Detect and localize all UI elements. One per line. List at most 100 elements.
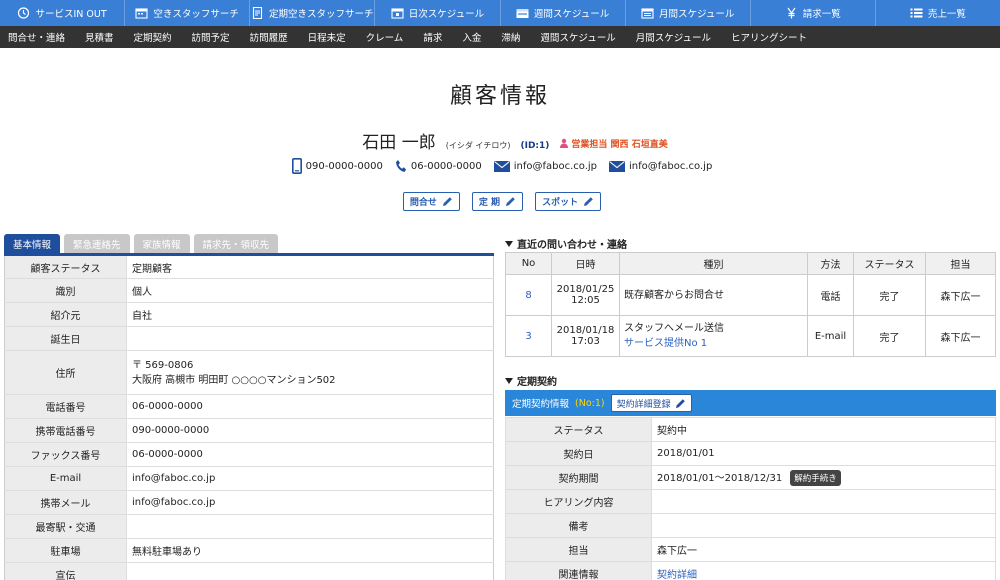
table-row: 顧客ステータス 定期顧客	[4, 254, 494, 279]
field-label: 紹介元	[4, 302, 127, 327]
table-header-row: No 日時 種別 方法 ステータス 担当	[505, 252, 996, 275]
tab-emergency-contact[interactable]: 緊急連絡先	[64, 234, 130, 253]
calendar-icon	[641, 7, 654, 19]
topnav-service-in-out[interactable]: サービスIN OUT	[0, 0, 126, 26]
column-header: 担当	[925, 252, 996, 275]
inquiry-time: 12:05	[571, 295, 600, 306]
subnav-payment[interactable]: 入金	[462, 30, 481, 44]
topnav-label: 空きスタッフサーチ	[153, 9, 239, 20]
contract-heading: 定期契約	[505, 373, 557, 388]
page-title: 顧客情報	[449, 84, 550, 109]
envelope-icon	[609, 160, 626, 172]
inquiry-no[interactable]: 8	[525, 290, 531, 301]
tab-basic-info[interactable]: 基本情報	[4, 234, 61, 253]
subnav-unscheduled[interactable]: 日程未定	[308, 30, 346, 44]
topnav-label: 月間スケジュール	[659, 9, 735, 20]
topnav-monthly-schedule[interactable]: 月間スケジュール	[626, 0, 751, 26]
inquiry-kind-text: スタッフへメール送信	[624, 323, 724, 334]
basic-info-table: 顧客ステータス 定期顧客 識別 個人 紹介元 自社 誕生日 住所〒 569-0806 大…	[4, 253, 494, 580]
subnav-regular-contract[interactable]: 定期契約	[134, 30, 172, 44]
subnav-inquiry[interactable]: 問合せ・連絡	[8, 30, 65, 44]
subnav-billing[interactable]: 請求	[423, 30, 442, 44]
topnav-label: 日次スケジュール	[408, 9, 485, 20]
contract-detail-link-text[interactable]: 契約詳細	[657, 570, 697, 580]
customer-name: 石田 一郎	[362, 133, 436, 153]
table-row: 駐車場 無料駐車場あり	[4, 538, 494, 563]
inquiry-no-link[interactable]: 3	[505, 315, 552, 357]
field-label: ヒアリング内容	[505, 489, 652, 514]
customer-id: (ID:1)	[520, 141, 550, 151]
subnav-estimate[interactable]: 見積書	[85, 30, 114, 44]
spot-button[interactable]: スポット	[535, 192, 602, 211]
email-address[interactable]: info@faboc.co.jp	[514, 161, 597, 172]
topnav-label: サービスIN OUT	[35, 9, 107, 20]
email-contact-2: info@faboc.co.jp	[609, 158, 712, 174]
pencil-icon	[584, 197, 593, 206]
register-contract-detail-button[interactable]: 契約詳細登録	[610, 394, 692, 412]
document-icon	[251, 7, 264, 19]
contract-period-cell: 2018/01/01～2018/12/31 解約手続き	[651, 465, 996, 490]
inquiry-no[interactable]: 3	[525, 331, 531, 342]
contract-heading-label: 定期契約	[517, 377, 557, 388]
inquiry-kind: スタッフへメール送信サービス提供No 1	[619, 315, 808, 357]
inquiries-heading-label: 直近の問い合わせ・連絡	[517, 240, 627, 251]
subnav-claim[interactable]: クレーム	[366, 30, 404, 44]
table-row: ステータス 契約中	[505, 417, 996, 442]
inquiry-date: 2018/01/18	[556, 325, 615, 336]
field-label: 関連情報	[505, 561, 652, 580]
topnav-weekly-schedule[interactable]: 週間スケジュール	[501, 0, 626, 26]
subnav-visit-history[interactable]: 訪問履歴	[250, 30, 288, 44]
subnav-visit-plan[interactable]: 訪問予定	[192, 30, 230, 44]
topnav-daily-schedule[interactable]: 日次スケジュール	[375, 0, 501, 26]
customer-kana: (イシダ イチロウ)	[445, 141, 511, 150]
field-label: 宣伝	[4, 562, 127, 580]
field-label: 電話番号	[4, 394, 127, 419]
field-value: 2018/01/01	[651, 441, 996, 466]
inquiry-no-link[interactable]: 8	[505, 274, 552, 316]
subnav-weekly-schedule[interactable]: 週間スケジュール	[540, 30, 615, 44]
field-label: 最寄駅・交通	[4, 514, 127, 539]
topnav-staff-search[interactable]: 空きスタッフサーチ	[125, 0, 251, 26]
tab-billing-receipt[interactable]: 請求先・領収先	[193, 234, 279, 253]
tel-number: 06-0000-0000	[410, 160, 482, 172]
topnav-sales-list[interactable]: 売上一覧	[876, 0, 1000, 26]
table-row: 携帯電話番号 090-0000-0000	[4, 418, 494, 443]
topnav-billing-list[interactable]: 請求一覧	[751, 0, 876, 26]
field-value: info@faboc.co.jp	[126, 466, 494, 491]
field-value: 自社	[126, 302, 494, 327]
table-row: 電話番号 06-0000-0000	[4, 394, 494, 419]
table-row: 宣伝	[4, 562, 494, 580]
topnav-regular-staff-search[interactable]: 定期空きスタッフサーチ	[250, 0, 376, 26]
field-label: 携帯電話番号	[4, 418, 127, 443]
field-label: E-mail	[4, 466, 127, 491]
field-label: 誕生日	[4, 326, 127, 351]
sales-staff[interactable]: 営業担当 関西 石垣直美	[559, 137, 668, 150]
contract-info-bar: 定期契約情報 (No:1) 契約詳細登録	[505, 390, 996, 416]
inquiry-time: 17:03	[571, 336, 600, 347]
tab-family-info[interactable]: 家族情報	[133, 234, 190, 253]
triangle-down-icon	[505, 377, 513, 384]
field-value	[126, 326, 494, 351]
cancel-contract-button[interactable]: 解約手続き	[790, 470, 841, 486]
inquiry-button[interactable]: 問合せ	[402, 192, 460, 211]
spot-button-label: スポット	[542, 198, 579, 208]
table-row: 3 2018/01/18 17:03 スタッフへメール送信 サービス提供No 1 E…	[505, 315, 996, 357]
regular-button[interactable]: 定 期	[471, 192, 524, 211]
action-buttons: 問合せ 定 期 スポット	[0, 192, 1000, 211]
table-row: 8 2018/01/25 12:05 既存顧客からお問合せ 電話 完了 森下広一	[505, 274, 996, 316]
contract-detail-link[interactable]: 契約詳細	[651, 561, 996, 580]
field-label: 住所	[4, 350, 127, 395]
field-label: ステータス	[505, 417, 652, 442]
field-label: 駐車場	[4, 538, 127, 563]
service-link[interactable]: サービス提供No 1	[624, 336, 807, 351]
table-row: 最寄駅・交通	[4, 514, 494, 539]
subnav-hearing-sheet[interactable]: ヒアリングシート	[731, 30, 807, 44]
subnav-overdue[interactable]: 滞納	[501, 30, 520, 44]
field-label: 担当	[505, 537, 652, 562]
email-address[interactable]: info@faboc.co.jp	[629, 161, 712, 172]
postal-code: 〒 569-0806	[132, 359, 194, 371]
subnav-monthly-schedule[interactable]: 月間スケジュール	[636, 30, 711, 44]
topnav-label: 売上一覧	[927, 9, 966, 20]
contact-row: 090-0000-0000 06-0000-0000 info@faboc.co…	[0, 158, 1000, 174]
field-value	[651, 489, 996, 514]
